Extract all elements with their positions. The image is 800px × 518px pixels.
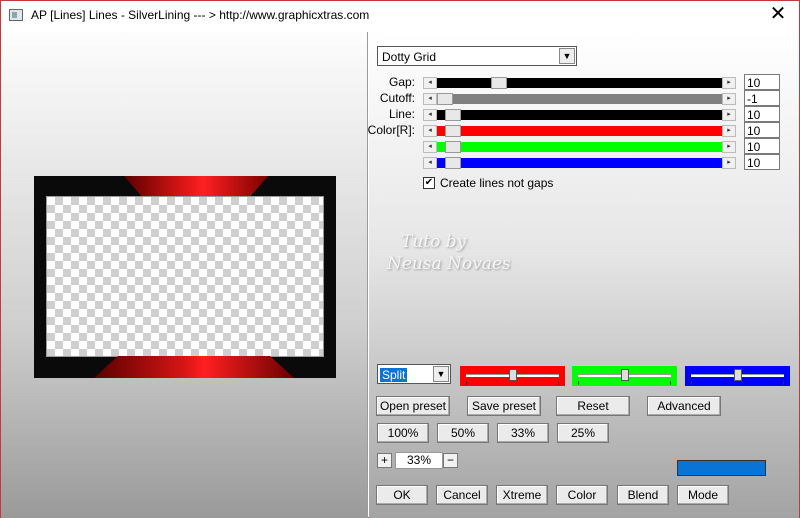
gap-label: Gap:	[388, 75, 415, 89]
line-label: Line:	[388, 107, 415, 121]
arrow-right-icon[interactable]: ▸	[722, 141, 736, 153]
transparent-area	[46, 196, 324, 357]
line-slider-thumb[interactable]	[445, 109, 461, 121]
blue-channel-slider[interactable]	[685, 366, 790, 386]
arrow-right-icon[interactable]: ▸	[722, 109, 736, 121]
color-b-slider-track[interactable]	[437, 157, 722, 169]
cancel-button[interactable]: Cancel	[436, 485, 488, 505]
preview-image[interactable]	[34, 176, 336, 378]
watermark-line1: Tuto by	[401, 232, 467, 252]
slider-tick	[691, 381, 692, 385]
color-button[interactable]: Color	[556, 485, 608, 505]
line-value-field[interactable]: 10	[744, 106, 780, 122]
cutoff-slider-thumb[interactable]	[437, 93, 453, 105]
cutoff-slider[interactable]: ◂ ▸	[423, 93, 736, 105]
close-button[interactable]: ✕	[763, 3, 793, 27]
gap-slider-track[interactable]	[437, 77, 722, 89]
ok-button[interactable]: OK	[376, 485, 428, 505]
cutoff-label: Cutoff:	[379, 91, 415, 105]
slider-tick	[670, 381, 671, 385]
line-slider-track[interactable]	[437, 109, 722, 121]
gap-slider[interactable]: ◂ ▸	[423, 77, 736, 89]
preset-dropdown[interactable]: Dotty Grid ▼	[377, 46, 577, 66]
zoom-100-button[interactable]: 100%	[377, 423, 429, 443]
watermark-line2: Neusa Novaes	[387, 254, 511, 274]
split-dropdown-value: Split	[380, 368, 408, 382]
zoom-33-button[interactable]: 33%	[497, 423, 549, 443]
color-b-value-field[interactable]: 10	[744, 154, 780, 170]
zoom-50-button[interactable]: 50%	[437, 423, 489, 443]
zoom-plus-button[interactable]: +	[377, 453, 392, 468]
window-title: AP [Lines] Lines - SilverLining --- > ht…	[31, 8, 370, 22]
split-dropdown[interactable]: Split ▼	[377, 364, 451, 384]
zoom-minus-button[interactable]: −	[443, 453, 458, 468]
open-preset-button[interactable]: Open preset	[376, 396, 450, 416]
plugin-window: AP [Lines] Lines - SilverLining --- > ht…	[0, 0, 800, 518]
cutoff-slider-track[interactable]	[437, 93, 722, 105]
color-r-value-field[interactable]: 10	[744, 122, 780, 138]
blue-channel-thumb[interactable]	[734, 369, 742, 381]
arrow-left-icon[interactable]: ◂	[423, 141, 437, 153]
slider-tick	[466, 381, 467, 385]
gap-value-field[interactable]: 10	[744, 74, 780, 90]
zoom-25-button[interactable]: 25%	[557, 423, 609, 443]
arrow-left-icon[interactable]: ◂	[423, 77, 437, 89]
color-swatch[interactable]	[677, 460, 766, 476]
chevron-down-icon: ▼	[559, 48, 575, 64]
control-pane: Dotty Grid ▼ Gap: ◂ ▸ 10 Cutoff: ◂ ▸ -1 Line: ◂ ▸ 1…	[368, 32, 799, 518]
create-lines-label: Create lines not gaps	[440, 176, 554, 190]
app-icon	[9, 9, 23, 21]
zoom-value-field[interactable]: 33%	[395, 452, 443, 469]
slider-tick	[783, 381, 784, 385]
arrow-right-icon[interactable]: ▸	[722, 77, 736, 89]
chevron-down-icon: ▼	[433, 366, 449, 382]
xtreme-button[interactable]: Xtreme	[496, 485, 548, 505]
arrow-left-icon[interactable]: ◂	[423, 109, 437, 121]
color-r-slider[interactable]: ◂ ▸	[423, 125, 736, 137]
preset-dropdown-value: Dotty Grid	[382, 50, 437, 64]
arrow-left-icon[interactable]: ◂	[423, 125, 437, 137]
title-bar: AP [Lines] Lines - SilverLining --- > ht…	[1, 1, 799, 31]
advanced-button[interactable]: Advanced	[647, 396, 721, 416]
color-r-slider-thumb[interactable]	[445, 125, 461, 137]
arrow-right-icon[interactable]: ▸	[722, 125, 736, 137]
red-channel-thumb[interactable]	[509, 369, 517, 381]
green-channel-thumb[interactable]	[621, 369, 629, 381]
color-b-slider[interactable]: ◂ ▸	[423, 157, 736, 169]
blend-button[interactable]: Blend	[617, 485, 669, 505]
cutoff-value-field[interactable]: -1	[744, 90, 780, 106]
frame-red-top-decoration	[124, 176, 268, 196]
mode-button[interactable]: Mode	[677, 485, 729, 505]
arrow-right-icon[interactable]: ▸	[722, 93, 736, 105]
slider-tick	[558, 381, 559, 385]
green-channel-slider[interactable]	[572, 366, 677, 386]
color-g-slider-track[interactable]	[437, 141, 722, 153]
color-r-slider-track[interactable]	[437, 125, 722, 137]
create-lines-checkbox[interactable]: ✔	[423, 177, 435, 189]
color-r-label: Color[R]:	[367, 123, 415, 137]
color-g-slider[interactable]: ◂ ▸	[423, 141, 736, 153]
reset-button[interactable]: Reset	[556, 396, 630, 416]
save-preset-button[interactable]: Save preset	[467, 396, 541, 416]
line-slider[interactable]: ◂ ▸	[423, 109, 736, 121]
red-channel-slider[interactable]	[460, 366, 565, 386]
arrow-right-icon[interactable]: ▸	[722, 157, 736, 169]
color-g-slider-thumb[interactable]	[445, 141, 461, 153]
slider-tick	[578, 381, 579, 385]
gap-slider-thumb[interactable]	[491, 77, 507, 89]
preview-pane	[1, 32, 368, 518]
color-g-value-field[interactable]: 10	[744, 138, 780, 154]
frame-red-bottom-decoration	[94, 356, 294, 378]
arrow-left-icon[interactable]: ◂	[423, 93, 437, 105]
arrow-left-icon[interactable]: ◂	[423, 157, 437, 169]
color-b-slider-thumb[interactable]	[445, 157, 461, 169]
